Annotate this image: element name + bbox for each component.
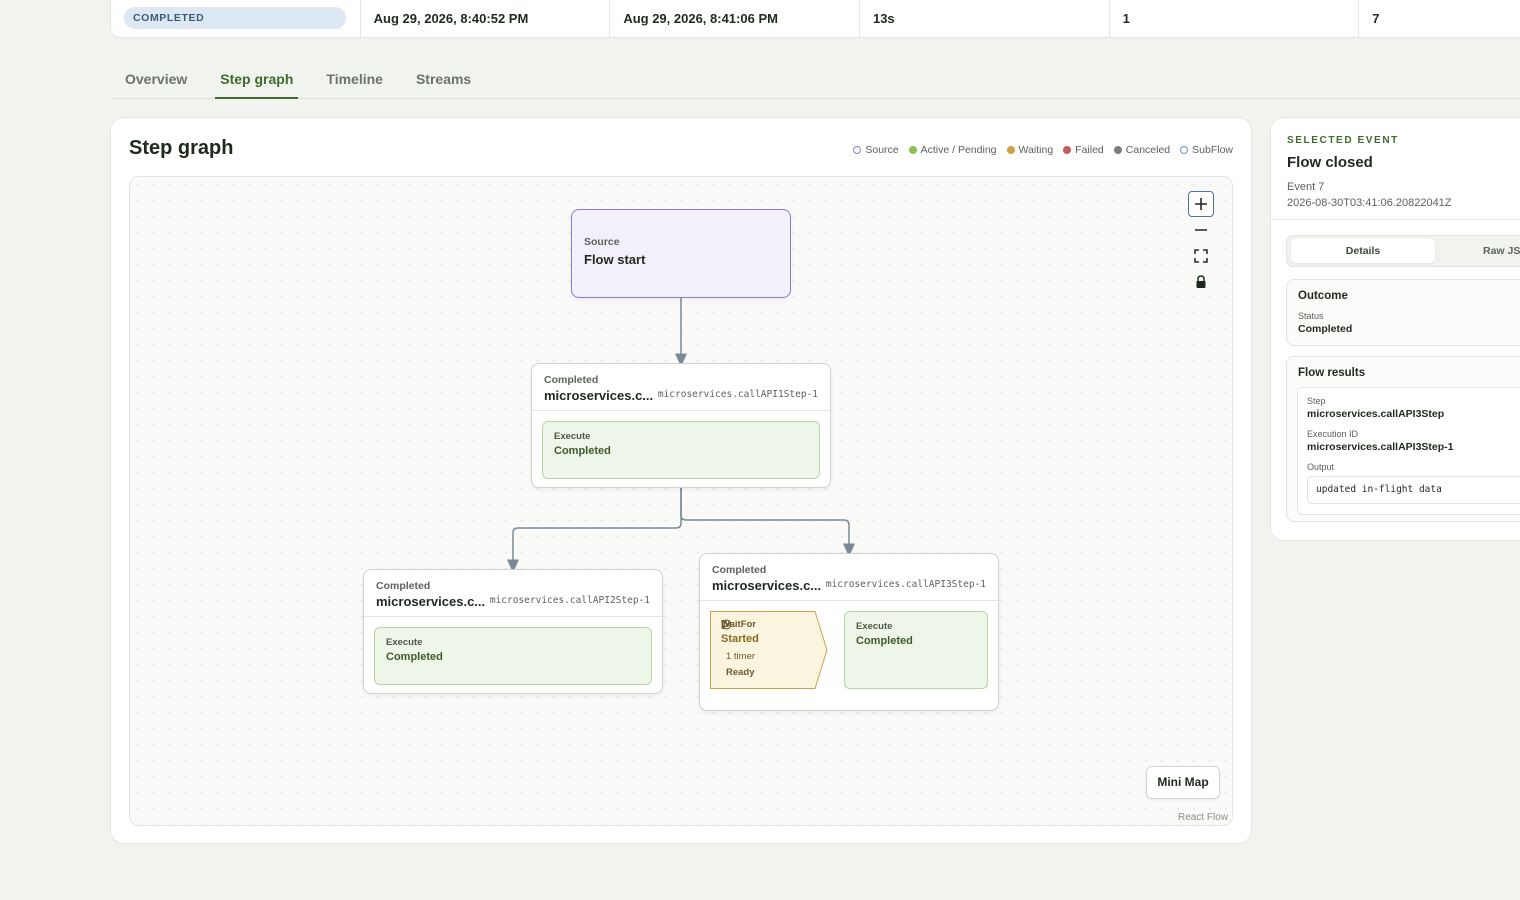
divider	[364, 616, 662, 617]
view-tabs: Overview Step graph Timeline Streams	[110, 62, 1520, 99]
execute-status: Completed	[554, 445, 611, 457]
run-summary-bar: COMPLETED Aug 29, 2026, 8:40:52 PM Aug 2…	[110, 0, 1520, 38]
result-step-label: Step	[1307, 396, 1326, 406]
page-title: Step graph	[129, 137, 234, 159]
summary-duration: 13s	[860, 0, 1110, 37]
step-status: Completed	[544, 374, 599, 386]
execute-status: Completed	[386, 651, 443, 663]
legend-failed: Failed	[1063, 144, 1104, 156]
legend-subflow: SubFlow	[1180, 144, 1233, 156]
panel-view-toggle: Details Raw JS	[1286, 235, 1520, 267]
outcome-title: Outcome	[1298, 290, 1348, 302]
summary-count-a: 1	[1110, 0, 1360, 37]
legend-active: Active / Pending	[908, 144, 997, 156]
legend-waiting-swatch	[1006, 146, 1015, 154]
divider	[532, 410, 830, 411]
summary-count-b: 7	[1372, 10, 1380, 26]
step-node-call-api3[interactable]: Completed microservices.c... microservic…	[699, 553, 999, 711]
panel-eyebrow: SELECTED EVENT	[1287, 135, 1399, 146]
outcome-section: Outcome Status Completed	[1286, 279, 1520, 346]
tab-timeline[interactable]: Timeline	[321, 62, 388, 99]
legend-active-swatch	[908, 146, 917, 154]
legend-source-swatch	[853, 146, 862, 154]
source-node[interactable]: Source Flow start	[571, 209, 791, 298]
step-id: microservices.callAPI3Step-1	[825, 579, 986, 590]
outcome-status-value: Completed	[1298, 323, 1353, 335]
legend-canceled-swatch	[1113, 146, 1122, 154]
flow-results-title: Flow results	[1298, 367, 1366, 379]
step-name: microservices.c...	[544, 388, 654, 403]
tab-raw-json[interactable]: Raw JS	[1483, 239, 1520, 263]
flow-canvas[interactable]: Source Flow start Completed microservice…	[129, 176, 1233, 826]
flow-results-section: Flow results Step microservices.callAPI3…	[1286, 356, 1520, 522]
step-status: Completed	[712, 564, 767, 576]
waitfor-ready: Ready	[726, 667, 755, 678]
tab-step-graph[interactable]: Step graph	[215, 62, 299, 99]
source-node-kind: Source	[584, 236, 620, 248]
legend-source: Source	[853, 144, 899, 156]
execute-status: Completed	[856, 635, 913, 647]
step-node-call-api2[interactable]: Completed microservices.c... microservic…	[363, 569, 663, 694]
tab-streams[interactable]: Streams	[411, 62, 476, 99]
minimap-button[interactable]: Mini Map	[1146, 766, 1220, 799]
waitfor-block[interactable]: WaitFor Started 1 timer Ready	[710, 611, 828, 689]
step-status: Completed	[376, 580, 431, 592]
result-output-value[interactable]: updated in-flight data	[1307, 476, 1520, 504]
status-badge: COMPLETED	[124, 7, 346, 29]
lock-button[interactable]	[1188, 269, 1214, 295]
event-title: Flow closed	[1287, 154, 1373, 171]
minus-icon	[1195, 229, 1207, 231]
source-node-name: Flow start	[584, 252, 646, 267]
event-number: Event 7	[1287, 181, 1325, 193]
step-name: microservices.c...	[376, 594, 486, 609]
step-id: microservices.callAPI1Step-1	[657, 389, 818, 400]
tab-overview[interactable]: Overview	[120, 62, 192, 99]
outcome-status-label: Status	[1298, 311, 1324, 321]
legend-failed-swatch	[1063, 146, 1072, 154]
execute-label: Execute	[386, 637, 423, 648]
graph-legend: Source Active / Pending Waiting Failed C…	[853, 144, 1233, 156]
result-output-label: Output	[1307, 462, 1335, 472]
plus-icon	[1195, 198, 1207, 210]
step-node-call-api1[interactable]: Completed microservices.c... microservic…	[531, 363, 831, 488]
step-name: microservices.c...	[712, 578, 822, 593]
result-step-value: microservices.callAPI3Step	[1307, 408, 1445, 420]
flow-result-item: Step microservices.callAPI3Step Executio…	[1297, 387, 1520, 515]
divider	[1271, 219, 1520, 220]
legend-waiting: Waiting	[1006, 144, 1053, 156]
fullscreen-icon	[1194, 249, 1208, 263]
summary-ended: Aug 29, 2026, 8:41:06 PM	[610, 0, 860, 37]
zoom-out-button[interactable]	[1188, 217, 1214, 243]
step-id: microservices.callAPI2Step-1	[489, 595, 650, 606]
divider	[700, 600, 998, 601]
edge-step1-step3	[680, 488, 855, 557]
execute-block[interactable]: Execute Completed	[542, 421, 820, 479]
execute-label: Execute	[856, 621, 893, 632]
result-exec-id-label: Execution ID	[1307, 429, 1359, 439]
waitfor-timer: 1 timer	[726, 651, 756, 662]
zoom-in-button[interactable]	[1188, 191, 1214, 217]
lock-icon	[1196, 275, 1206, 288]
execute-label: Execute	[554, 431, 591, 442]
execute-block[interactable]: Execute Completed	[844, 611, 988, 689]
fit-view-button[interactable]	[1188, 243, 1214, 269]
waitfor-status: Started	[721, 633, 759, 645]
react-flow-attribution[interactable]: React Flow	[1178, 812, 1228, 823]
edge-step1-step2	[507, 488, 682, 573]
execute-block[interactable]: Execute Completed	[374, 627, 652, 685]
canvas-controls	[1188, 191, 1216, 295]
summary-started: Aug 29, 2026, 8:40:52 PM	[361, 0, 611, 37]
event-timestamp: 2026-08-30T03:41:06.20822041Z	[1287, 197, 1452, 209]
tab-details[interactable]: Details	[1291, 239, 1435, 263]
legend-canceled: Canceled	[1113, 144, 1170, 156]
step-graph-card: Step graph Source Active / Pending Waiti…	[110, 117, 1252, 844]
selected-event-panel: SELECTED EVENT Flow closed Event 7 2026-…	[1270, 117, 1520, 541]
summary-status-cell: COMPLETED	[111, 0, 361, 37]
legend-subflow-swatch	[1180, 146, 1189, 154]
result-exec-id-value: microservices.callAPI3Step-1	[1307, 441, 1454, 453]
